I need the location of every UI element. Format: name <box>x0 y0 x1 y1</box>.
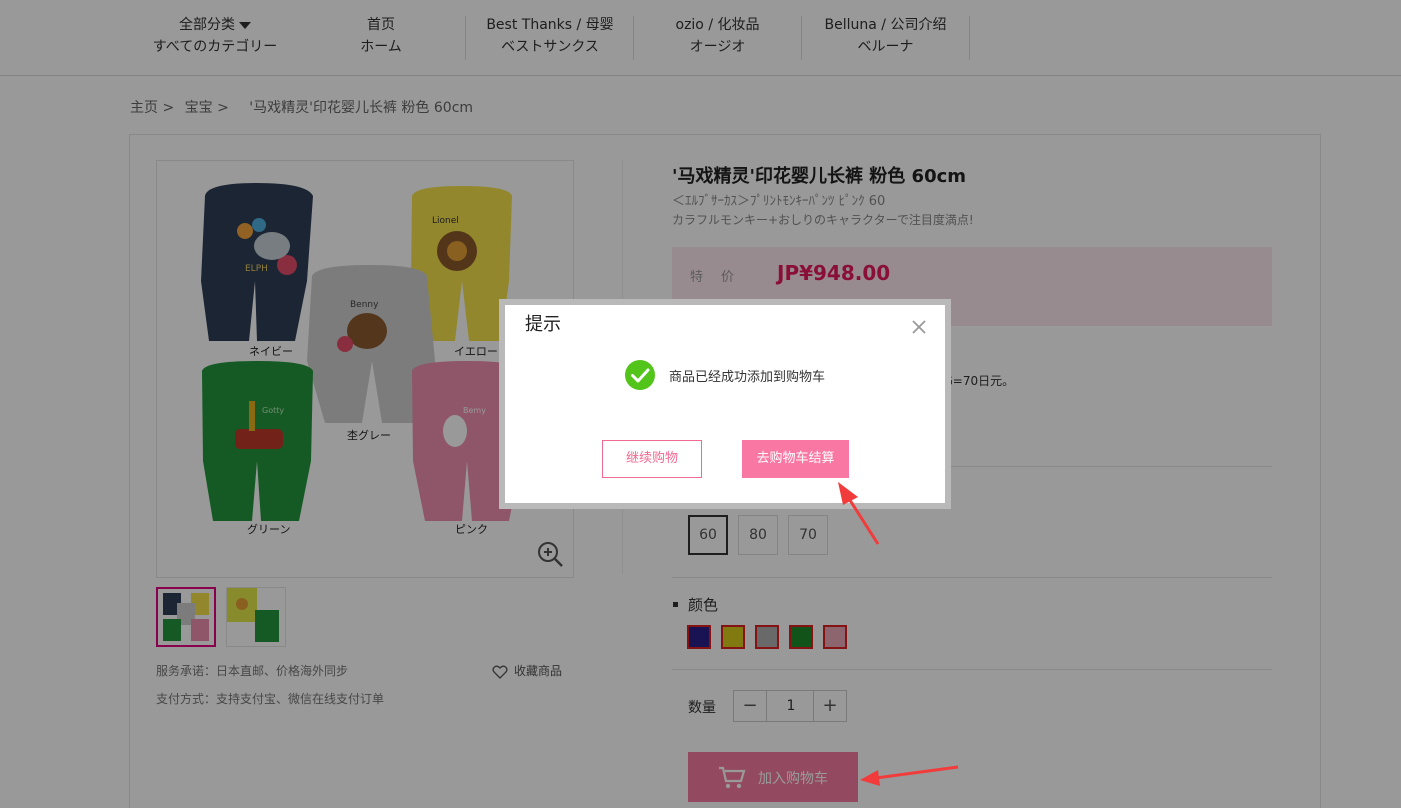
dialog-message: 商品已经成功添加到购物车 <box>669 370 826 385</box>
dialog-title: 提示 <box>525 314 561 335</box>
success-check-icon <box>625 360 655 390</box>
cart-added-dialog: 提示 商品已经成功添加到购物车 继续购物 去购物车结算 <box>505 305 945 503</box>
go-to-checkout-button[interactable]: 去购物车结算 <box>742 440 849 478</box>
close-icon[interactable] <box>911 319 927 335</box>
continue-shopping-button[interactable]: 继续购物 <box>602 440 702 478</box>
